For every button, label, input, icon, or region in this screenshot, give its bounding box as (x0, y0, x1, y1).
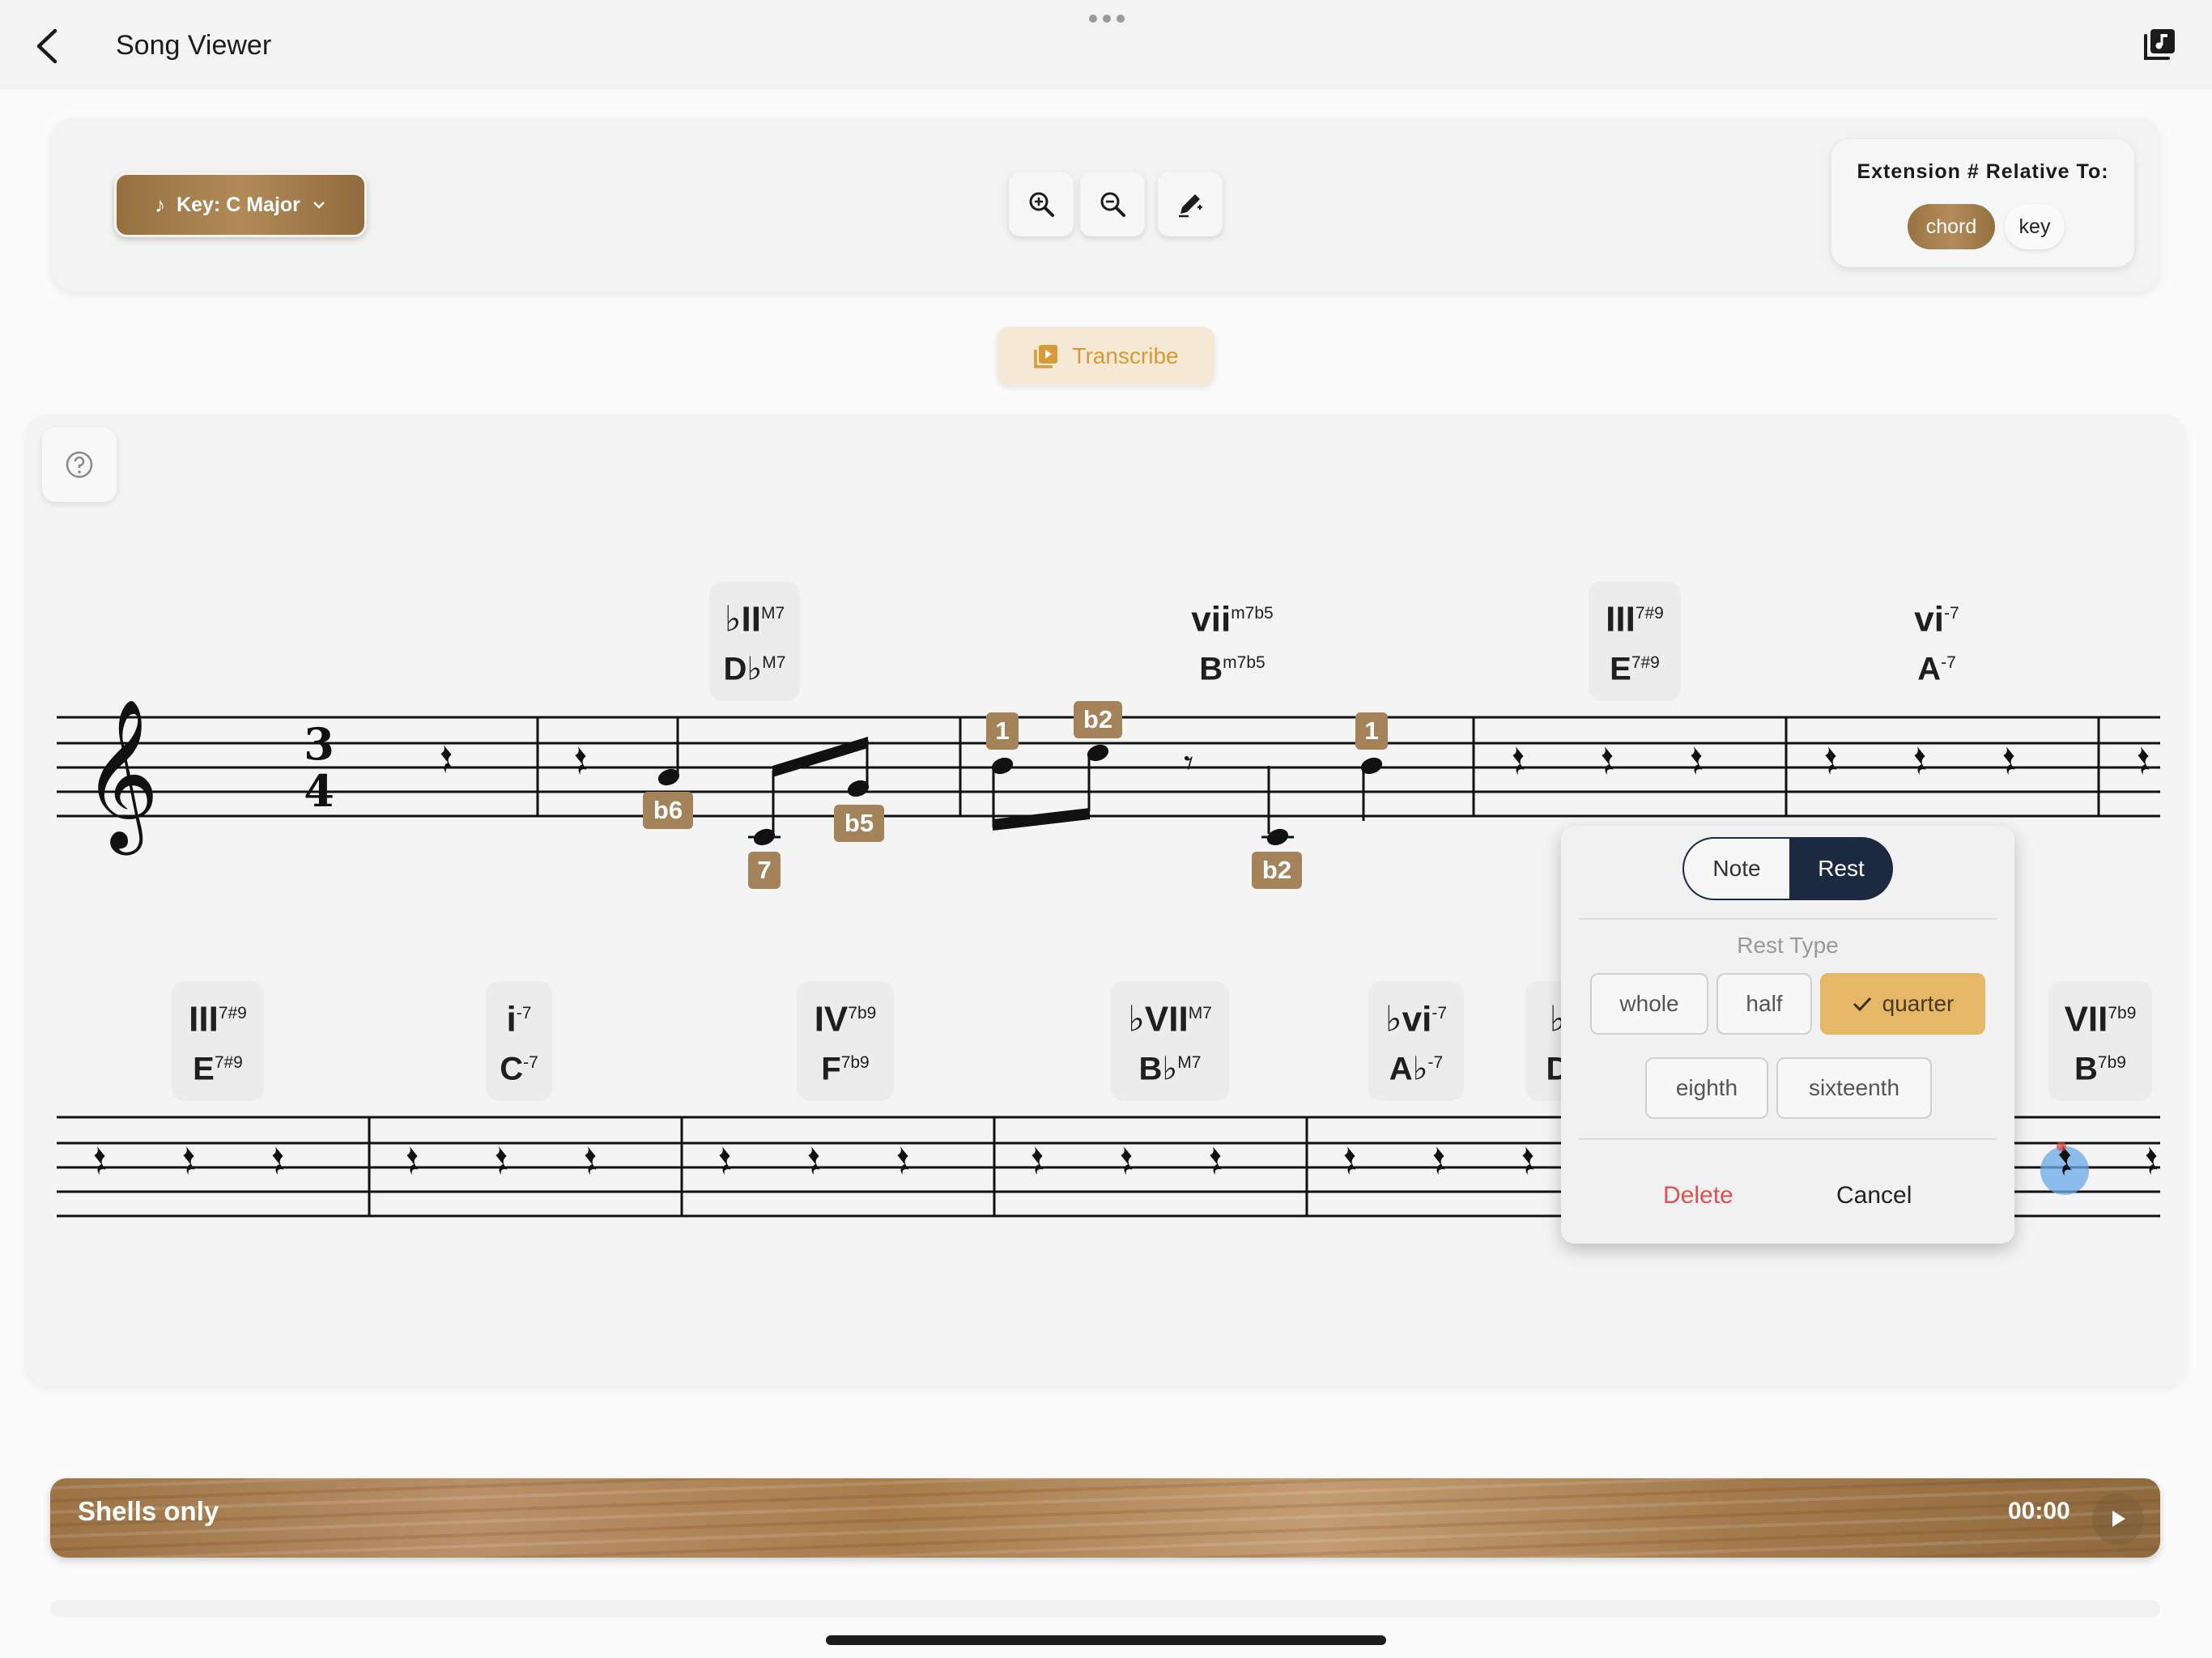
rest-option-whole[interactable]: whole (1590, 973, 1708, 1035)
chord-name: E7#9 (193, 1051, 243, 1087)
chord-symbol[interactable]: vi-7 A-7 (1899, 581, 1974, 701)
rest-option-eighth[interactable]: eighth (1645, 1057, 1768, 1119)
chord-symbol[interactable]: III7#9 E7#9 (172, 981, 264, 1101)
svg-text:𝄾: 𝄾 (1184, 741, 1193, 784)
chord-roman: ♭vi-7 (1385, 999, 1448, 1039)
interval-tag[interactable]: 1 (986, 712, 1019, 750)
chord-symbol[interactable]: viim7b5 Bm7b5 (1171, 581, 1294, 701)
chord-symbol[interactable]: III7#9 E7#9 (1589, 581, 1681, 701)
rests-row1 (440, 745, 2150, 776)
chord-roman: i-7 (506, 999, 532, 1039)
chord-symbol[interactable]: IV7b9 F7b9 (797, 981, 894, 1101)
play-button[interactable] (2092, 1493, 2144, 1545)
chord-name: D♭M7 (723, 651, 786, 687)
chord-name: Bm7b5 (1199, 651, 1266, 687)
interval-tag[interactable]: b2 (1074, 701, 1122, 738)
bottom-panel-edge (50, 1600, 2160, 1618)
play-icon (2112, 1511, 2125, 1527)
interval-tag[interactable]: 1 (1355, 712, 1388, 750)
interval-tag[interactable]: b2 (1252, 852, 1302, 889)
checkmark-icon (1853, 997, 1871, 1012)
chord-roman: IV7b9 (814, 999, 877, 1039)
divider (1579, 1138, 1997, 1140)
chord-roman: III7#9 (189, 999, 247, 1039)
tab-note[interactable]: Note (1682, 837, 1789, 900)
rest-option-quarter[interactable]: quarter (1820, 973, 1985, 1035)
chord-symbol[interactable]: ♭IIM7 D♭M7 (709, 581, 800, 701)
rest-option-half[interactable]: half (1716, 973, 1812, 1035)
selected-rest[interactable] (2040, 1141, 2089, 1195)
chord-roman: vi-7 (1914, 599, 1959, 640)
chord-symbol[interactable]: ♭VIIM7 B♭M7 (1111, 981, 1229, 1101)
chord-symbol[interactable]: VII7b9 B7b9 (2048, 981, 2152, 1101)
chord-roman: ♭VIIM7 (1128, 999, 1212, 1039)
notes-row1: 𝄾 (657, 717, 1383, 846)
chord-symbol[interactable]: ♭vi-7 A♭-7 (1368, 981, 1464, 1101)
player-title: Shells only (78, 1496, 219, 1526)
chord-name: A♭-7 (1389, 1051, 1444, 1087)
chord-roman: III7#9 (1606, 599, 1664, 640)
chord-name: C-7 (500, 1051, 538, 1087)
divider (1579, 918, 1997, 920)
interval-tag[interactable]: b5 (834, 805, 884, 842)
interval-tag[interactable]: b6 (643, 792, 693, 829)
chord-symbol[interactable]: i-7 C-7 (486, 981, 552, 1101)
home-indicator (826, 1635, 1386, 1645)
wood-texture (50, 1478, 2160, 1558)
rest-type-label: Rest Type (1737, 933, 1839, 958)
player-time: 00:00 (2008, 1498, 2070, 1524)
treble-clef: 𝄞 (83, 697, 160, 856)
rest-option-sixteenth[interactable]: sixteenth (1776, 1057, 1932, 1119)
chord-name: B7b9 (2074, 1051, 2126, 1087)
delete-button[interactable]: Delete (1663, 1182, 1733, 1209)
chord-name: B♭M7 (1138, 1051, 1202, 1087)
tab-rest[interactable]: Rest (1789, 837, 1893, 900)
chord-name: A-7 (1917, 651, 1956, 687)
chord-roman: viim7b5 (1191, 599, 1274, 640)
cancel-button[interactable]: Cancel (1836, 1182, 1912, 1209)
chord-roman: ♭IIM7 (724, 599, 785, 640)
time-sig-bottom: 4 (304, 765, 334, 817)
audio-player-bar[interactable]: Shells only 00:00 (50, 1478, 2160, 1558)
chord-name: E7#9 (1610, 651, 1660, 687)
interval-tag[interactable]: 7 (748, 852, 781, 889)
rest-edit-popup: Note Rest Rest Type whole half quarter e… (1561, 826, 2014, 1244)
chord-name: F7b9 (821, 1051, 870, 1087)
time-sig-top: 3 (304, 718, 334, 770)
chord-roman: VII7b9 (2064, 999, 2137, 1039)
